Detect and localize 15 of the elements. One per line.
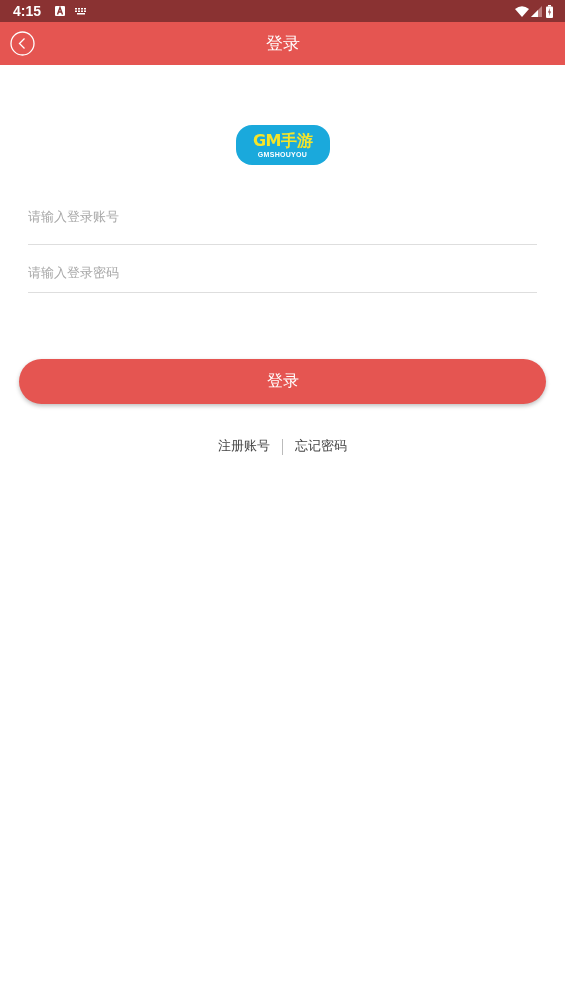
battery-icon xyxy=(546,4,553,18)
notification-icon xyxy=(55,6,66,16)
back-icon xyxy=(10,31,35,56)
logo-title: GM手游 xyxy=(252,132,313,149)
screen-title: 登录 xyxy=(265,32,300,55)
signal-icon xyxy=(531,5,542,17)
status-time: 4:15 xyxy=(13,3,42,19)
keyboard-icon xyxy=(75,7,88,15)
account-field[interactable]: 请输入登录账号 xyxy=(28,193,537,245)
register-link[interactable]: 注册账号 xyxy=(218,438,270,455)
password-field[interactable]: 请输入登录密码 xyxy=(28,245,537,293)
wifi-icon xyxy=(515,5,529,17)
back-button[interactable] xyxy=(10,31,35,56)
forgot-password-link[interactable]: 忘记密码 xyxy=(295,438,347,455)
login-button[interactable]: 登录 xyxy=(19,359,546,404)
